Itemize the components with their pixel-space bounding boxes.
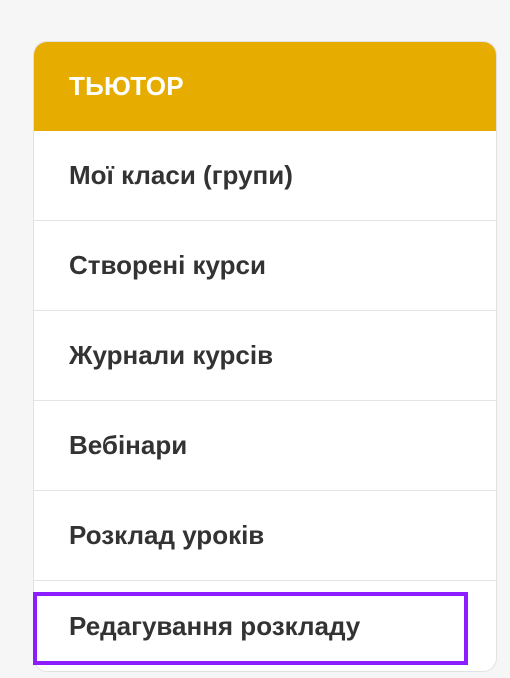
menu-item-label: Журнали курсів [69,340,274,370]
menu-item-webinars[interactable]: Вебінари [34,401,496,491]
menu-item-my-classes[interactable]: Мої класи (групи) [34,131,496,221]
menu-item-created-courses[interactable]: Створені курси [34,221,496,311]
menu-title: ТЬЮТОР [69,71,184,101]
menu-item-label: Мої класи (групи) [69,160,293,190]
menu-header: ТЬЮТОР [34,42,496,131]
menu-item-edit-schedule[interactable]: Редагування розкладу [34,581,496,671]
menu-item-label: Редагування розкладу [69,610,361,641]
tutor-menu-card: ТЬЮТОР Мої класи (групи) Створені курси … [33,41,497,672]
menu-item-label: Створені курси [69,250,266,280]
menu-item-lesson-schedule[interactable]: Розклад уроків [34,491,496,581]
menu-item-label: Вебінари [69,430,188,460]
menu-item-course-journals[interactable]: Журнали курсів [34,311,496,401]
menu-item-label: Розклад уроків [69,520,265,550]
